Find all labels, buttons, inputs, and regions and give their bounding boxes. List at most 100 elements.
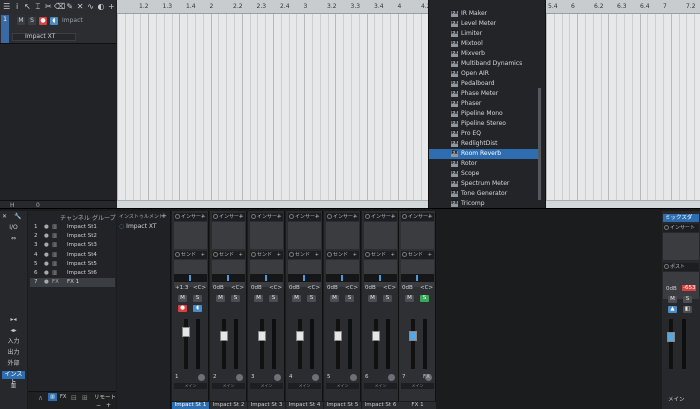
mute-button[interactable]: M — [178, 295, 187, 302]
insert-slot[interactable]: インサート + — [288, 213, 321, 221]
fader-handle[interactable] — [220, 331, 228, 341]
draw-tool-icon[interactable]: ✎ — [65, 1, 74, 13]
mute-button[interactable]: M — [17, 17, 25, 25]
fx-menu-item[interactable]: FX Pipeline Mono — [429, 109, 539, 119]
timeline-ruler-right[interactable]: 5.4 6 6.2 6.3 6.4 7 7.2 — [546, 0, 700, 14]
add-insert-icon[interactable]: + — [428, 213, 432, 221]
io-button[interactable]: I/O — [2, 224, 25, 232]
add-track-icon[interactable]: + — [107, 1, 116, 13]
insert-slot[interactable]: インサート + — [250, 213, 283, 221]
channel-name-label[interactable]: Impact St 6 — [362, 402, 399, 409]
add-insert-icon[interactable]: + — [277, 213, 281, 221]
solo-button[interactable]: S — [420, 295, 429, 302]
fx-menu-item[interactable]: FX Phaser — [429, 99, 539, 109]
add-insert-icon[interactable]: + — [353, 213, 357, 221]
mute-button[interactable]: M — [216, 295, 225, 302]
main-solo-button[interactable]: S — [683, 296, 692, 303]
insert-area[interactable] — [288, 222, 321, 249]
mute-button[interactable]: M — [254, 295, 263, 302]
bend-tool-icon[interactable]: ∿ — [86, 1, 95, 13]
piano-icon[interactable]: ▥ — [2, 382, 25, 390]
insert-area[interactable] — [401, 222, 434, 249]
visible-toggle-icon[interactable]: ● — [44, 223, 49, 232]
pan-knob[interactable] — [312, 374, 319, 381]
solo-button[interactable]: S — [231, 295, 240, 302]
arrange-grid-right[interactable] — [546, 0, 700, 208]
solo-button[interactable]: S — [28, 17, 36, 25]
mute-button[interactable]: M — [405, 295, 414, 302]
add-insert-icon[interactable]: + — [201, 213, 205, 221]
mute-button[interactable]: M — [292, 295, 301, 302]
fader-handle[interactable] — [409, 331, 417, 341]
vca-filter-icon[interactable]: ⊞ — [82, 394, 88, 402]
main-monitor-button[interactable]: ▲ — [668, 306, 677, 313]
channel-name-label[interactable]: FX 1 — [399, 402, 436, 409]
insert-slot[interactable]: インサート + — [326, 213, 359, 221]
track-name[interactable]: Impact — [62, 17, 112, 25]
main-peak[interactable]: -653 — [682, 285, 697, 291]
record-button[interactable]: ● — [178, 305, 187, 312]
pan-readout[interactable]: <C> — [307, 285, 320, 291]
add-send-icon[interactable]: + — [277, 251, 281, 259]
channel-name-label[interactable]: Impact St 4 — [286, 402, 323, 409]
fader-track[interactable] — [374, 319, 378, 369]
solo-button[interactable]: S — [345, 295, 354, 302]
channel-header[interactable]: チャンネル — [60, 213, 90, 222]
output-selector[interactable]: メイン — [174, 383, 207, 389]
channel-name-label[interactable]: Impact St 3 — [248, 402, 285, 409]
pan-knob[interactable] — [350, 374, 357, 381]
volume-readout[interactable]: 0dB — [402, 285, 413, 291]
main-mute-button[interactable]: M — [668, 296, 677, 303]
eraser-tool-icon[interactable]: ⌫ — [54, 1, 65, 13]
channel-name-label[interactable]: Impact St 2 — [210, 402, 247, 409]
add-send-icon[interactable]: + — [353, 251, 357, 259]
fader-handle[interactable] — [296, 331, 304, 341]
fader-track[interactable] — [260, 319, 264, 369]
pan-slider[interactable] — [174, 274, 207, 282]
arrow-tool-icon[interactable]: ↖ — [23, 1, 32, 13]
fader-track[interactable] — [336, 319, 340, 369]
fx-menu-item[interactable]: FX Scope — [429, 169, 539, 179]
output-selector[interactable]: メイン — [326, 383, 359, 389]
add-send-icon[interactable]: + — [239, 251, 243, 259]
monitor-button[interactable]: ◖ — [50, 17, 58, 25]
insert-slot[interactable]: インサート + — [401, 213, 434, 221]
pan-readout[interactable]: <C> — [269, 285, 282, 291]
pan-knob[interactable] — [274, 374, 281, 381]
wrench-icon[interactable]: 🔧 — [13, 213, 23, 221]
send-slot[interactable]: センド + — [326, 251, 359, 259]
visible-toggle-icon[interactable]: ● — [44, 251, 49, 260]
mute-tool-icon[interactable]: ✕ — [75, 1, 84, 13]
insert-area[interactable] — [174, 222, 207, 249]
pan-slider[interactable] — [364, 274, 397, 282]
channel-list-item[interactable]: 1 ● ▥ Impact St1 — [30, 223, 115, 232]
info-icon[interactable]: i — [12, 1, 21, 13]
volume-readout[interactable]: 0dB — [327, 285, 338, 291]
add-send-icon[interactable]: + — [428, 251, 432, 259]
add-icon[interactable]: + — [106, 402, 111, 409]
send-slot[interactable]: センド + — [212, 251, 245, 259]
volume-readout[interactable]: 0dB — [289, 285, 300, 291]
send-slot[interactable]: センド + — [250, 251, 283, 259]
fx-menu-item[interactable]: FX Mixverb — [429, 49, 539, 59]
pan-slider[interactable] — [250, 274, 283, 282]
pan-readout[interactable]: <C> — [383, 285, 396, 291]
collapse-icon[interactable]: ⇔ — [2, 235, 25, 243]
fx-menu-item[interactable]: FX Multiband Dynamics — [429, 59, 539, 69]
remote-label[interactable]: リモート — [94, 393, 116, 401]
main-fader-handle[interactable] — [667, 332, 675, 342]
track-header[interactable]: 1 M S ● ◖ Impact Impact XT — [0, 14, 116, 44]
fader-handle[interactable] — [372, 331, 380, 341]
pan-readout[interactable]: <C> — [193, 285, 206, 291]
add-insert-icon[interactable]: + — [239, 213, 243, 221]
pan-knob[interactable] — [388, 374, 395, 381]
horizontal-scrollbar[interactable] — [117, 200, 428, 208]
add-instrument-icon[interactable]: + — [161, 212, 167, 220]
main-insert-area[interactable] — [663, 233, 699, 260]
fx-plugin-menu[interactable]: FX IR Maker FX Level Meter FX Limiter FX Mixtoo… — [428, 0, 546, 212]
add-send-icon[interactable]: + — [391, 251, 395, 259]
fader-track[interactable] — [298, 319, 302, 369]
volume-readout[interactable]: 0dB — [213, 285, 224, 291]
fx-filter[interactable]: FX — [60, 394, 66, 400]
send-slot[interactable]: センド + — [401, 251, 434, 259]
